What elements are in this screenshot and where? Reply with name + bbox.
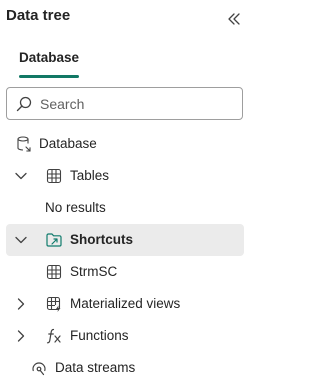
panel-title: Data tree bbox=[6, 7, 71, 24]
chevron-down-icon[interactable] bbox=[13, 168, 29, 184]
tree-item-functions[interactable]: Functions bbox=[6, 320, 244, 352]
search-icon bbox=[16, 96, 32, 112]
tree-item-label: Functions bbox=[70, 328, 129, 343]
tree-item-shortcuts[interactable]: Shortcuts bbox=[6, 224, 244, 256]
search-box bbox=[6, 87, 243, 120]
tree-item-label: Shortcuts bbox=[70, 232, 134, 247]
chevron-right-icon[interactable] bbox=[13, 328, 29, 344]
empty-message-text: No results bbox=[45, 200, 106, 215]
search-input[interactable] bbox=[40, 89, 236, 118]
tree-item-label: Data streams bbox=[55, 360, 136, 375]
tree-item-database[interactable]: Database bbox=[6, 128, 244, 160]
tree-item-label: StrmSC bbox=[70, 264, 118, 279]
tab-database-label: Database bbox=[19, 50, 80, 65]
tree-item-strmsc[interactable]: StrmSC bbox=[6, 256, 244, 288]
tables-empty-message: No results bbox=[6, 192, 244, 224]
tab-bar: Database bbox=[0, 44, 250, 80]
collapse-panel-button[interactable] bbox=[224, 8, 244, 30]
shortcut-folder-icon bbox=[45, 231, 63, 249]
chevron-down-icon[interactable] bbox=[13, 232, 29, 248]
data-tree-panel: Data tree Database Search Database Table… bbox=[0, 0, 250, 387]
materialized-view-icon bbox=[45, 295, 63, 313]
active-tab-indicator bbox=[19, 75, 80, 78]
tree-item-tables[interactable]: Tables bbox=[6, 160, 244, 192]
tree-item-label: Tables bbox=[70, 168, 110, 183]
tree-item-data-streams[interactable]: Data streams bbox=[6, 352, 244, 384]
table-icon bbox=[45, 263, 63, 281]
tree-item-label: Database bbox=[39, 136, 97, 151]
data-stream-icon bbox=[30, 359, 48, 377]
table-icon bbox=[45, 167, 63, 185]
panel-header: Data tree bbox=[0, 0, 250, 38]
tree-item-label: Materialized views bbox=[70, 296, 181, 311]
function-icon bbox=[45, 327, 63, 345]
chevron-right-icon[interactable] bbox=[13, 296, 29, 312]
tree-item-materialized-views[interactable]: Materialized views bbox=[6, 288, 244, 320]
tab-database[interactable]: Database bbox=[12, 44, 86, 80]
double-chevron-left-icon bbox=[227, 12, 241, 26]
database-shortcut-icon bbox=[15, 135, 33, 153]
